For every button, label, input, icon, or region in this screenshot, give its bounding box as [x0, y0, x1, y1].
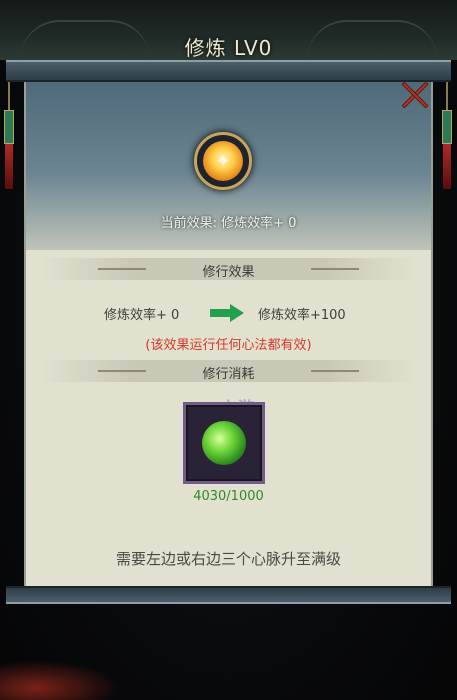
cultivation-panel: ✦ 当前效果: 修炼效率+ 0 修行效果 修炼效率+ 0 修炼效率+100 (该…	[24, 80, 433, 592]
effect-banner: ✦ 当前效果: 修炼效率+ 0	[26, 80, 431, 250]
effect-section-header: 修行效果	[40, 258, 417, 280]
effect-before: 修炼效率+ 0	[104, 308, 180, 323]
cultivation-orb-icon: ✦	[203, 141, 243, 181]
effect-after: 修炼效率+100	[258, 308, 346, 323]
right-hanging-ornament	[442, 82, 452, 192]
frame-bottom-border	[6, 586, 451, 604]
effect-comparison: 修炼效率+ 0 修炼效率+100	[26, 302, 431, 323]
cost-section-title: 修行消耗	[202, 367, 255, 382]
cost-item-count: 4030/1000	[193, 489, 264, 504]
effect-note: (该效果运行任何心法都有效)	[145, 338, 312, 353]
left-hanging-ornament	[4, 82, 14, 192]
cost-item-slot[interactable]	[183, 402, 265, 484]
requirement-text: 需要左边或右边三个心脉升至满级	[115, 550, 341, 568]
cultivation-orb[interactable]: ✦	[194, 132, 252, 190]
effect-section-title: 修行效果	[202, 265, 255, 280]
close-button[interactable]	[400, 80, 430, 110]
frame-top-border	[6, 60, 451, 82]
page-title: 修炼 LV0	[184, 36, 273, 60]
current-effect-text: 当前效果: 修炼效率+ 0	[160, 216, 297, 231]
corner-decoration	[0, 660, 120, 700]
title-bar: 修炼 LV0	[0, 0, 457, 60]
green-jade-icon	[202, 421, 246, 465]
arrow-right-icon	[210, 304, 246, 322]
cost-section-header: 修行消耗	[40, 360, 417, 382]
